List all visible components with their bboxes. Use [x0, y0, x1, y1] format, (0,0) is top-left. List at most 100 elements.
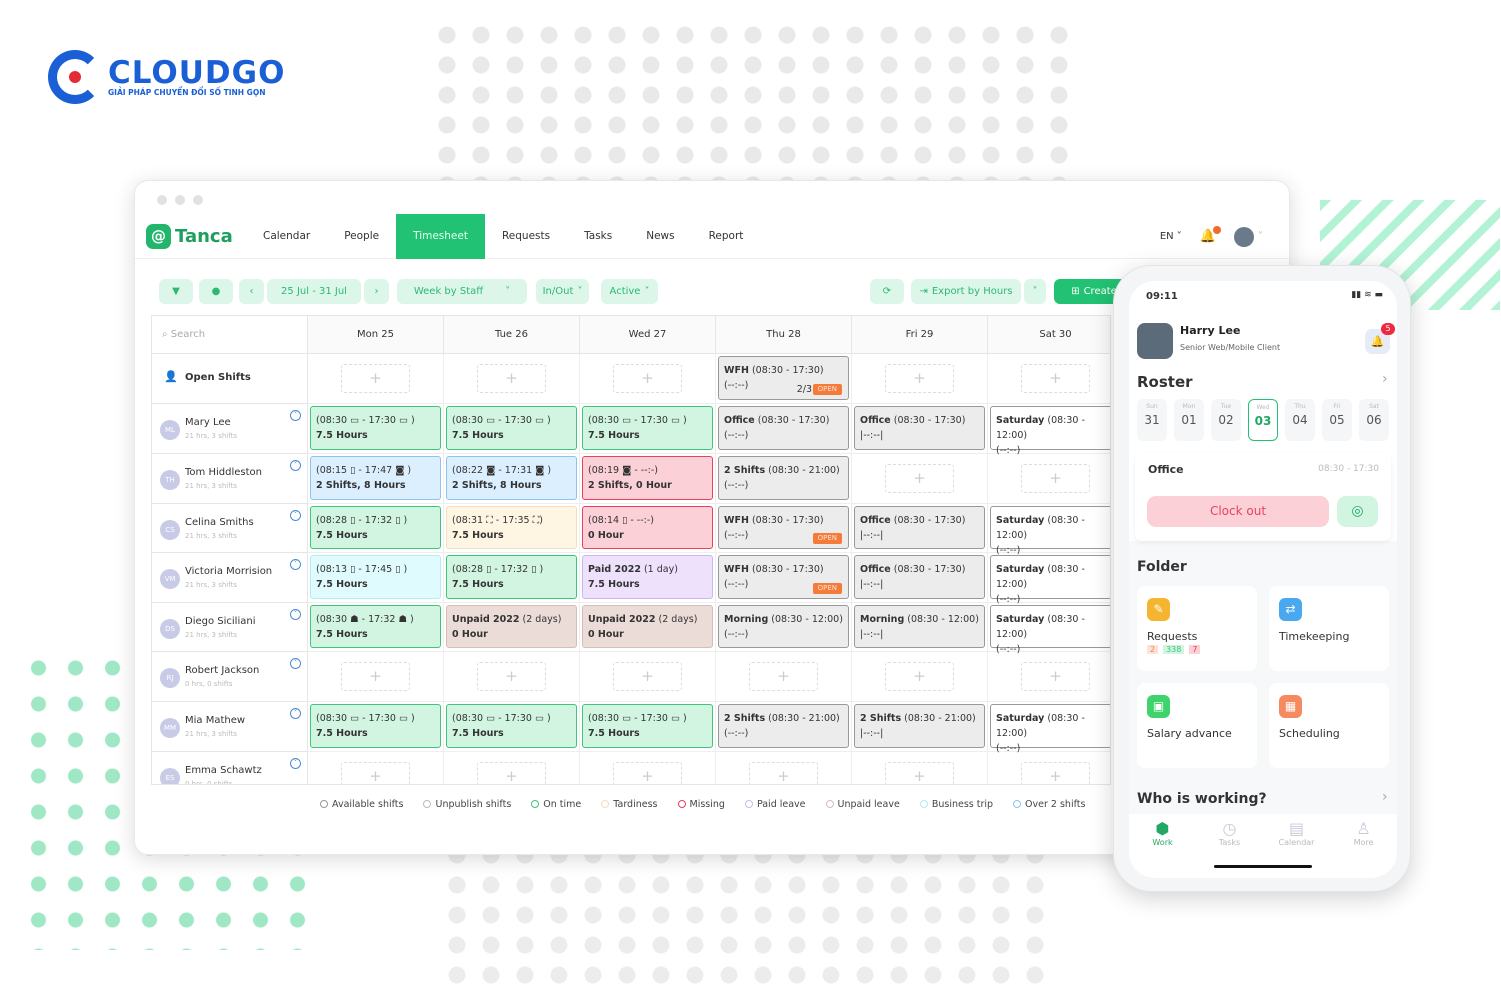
language-select[interactable]: EN ˅: [1160, 231, 1182, 242]
add-shift-button[interactable]: +: [613, 364, 682, 393]
shift-cell[interactable]: 2 Shifts (08:30 - 21:00) (--:--): [718, 704, 849, 748]
bell-icon[interactable]: 🔔: [1200, 226, 1221, 244]
tab-more[interactable]: ♙ More: [1330, 819, 1397, 878]
nav-requests[interactable]: Requests: [485, 214, 567, 259]
chevron-down-icon[interactable]: ˅: [290, 608, 301, 620]
roster-day[interactable]: Fri 05: [1322, 399, 1352, 441]
chevron-down-icon[interactable]: ˅: [290, 410, 301, 421]
add-shift-button[interactable]: +: [477, 761, 546, 784]
chevron-down-icon[interactable]: ˅: [290, 460, 301, 471]
shift-cell[interactable]: (08:28 ▯ - 17:32 ▯ ) 7.5 Hours: [310, 505, 441, 550]
staff-row-label[interactable]: RJ Robert Jackson 0 hrs, 0 shifts ˅: [152, 652, 308, 702]
shift-cell[interactable]: (08:30 ☗ - 17:32 ☗ ) 7.5 Hours: [310, 604, 441, 649]
add-shift-button[interactable]: +: [885, 364, 954, 393]
shift-cell[interactable]: (08:30 ▭ - 17:30 ▭ ) 7.5 Hours: [310, 406, 441, 450]
shift-cell[interactable]: Office (08:30 - 17:30) |--:--|: [854, 555, 985, 599]
shift-cell[interactable]: Morning (08:30 - 12:00) |--:--|: [854, 604, 985, 649]
shift-cell[interactable]: (08:19 ◙ - --:-) 2 Shifts, 0 Hour: [582, 456, 713, 500]
tab-tasks[interactable]: ◷ Tasks: [1196, 819, 1263, 878]
add-shift-button[interactable]: +: [341, 364, 410, 393]
shift-cell[interactable]: Saturday (08:30 - 12:00) (--:--): [990, 604, 1110, 655]
shift-cell[interactable]: (08:22 ◙ - 17:31 ◙ ) 2 Shifts, 8 Hours: [446, 456, 577, 500]
staff-row-label[interactable]: CS Celina Smiths 21 hrs, 3 shifts ˅: [152, 503, 308, 554]
add-shift-button[interactable]: +: [885, 464, 954, 493]
add-shift-button[interactable]: +: [1021, 464, 1090, 493]
chevron-down-icon[interactable]: ˅: [290, 757, 301, 769]
export-dropdown[interactable]: ˅: [1024, 279, 1046, 304]
shift-cell[interactable]: Unpaid 2022 (2 days) 0 Hour: [582, 604, 713, 649]
nav-report[interactable]: Report: [692, 214, 761, 259]
staff-row-label[interactable]: VM Victoria Morrision 21 hrs, 3 shifts ˅: [152, 553, 308, 603]
shift-cell[interactable]: (08:30 ▭ - 17:30 ▭ ) 7.5 Hours: [446, 406, 577, 450]
shift-cell[interactable]: (08:15 ▯ - 17:47 ◙ ) 2 Shifts, 8 Hours: [310, 456, 441, 500]
search-input[interactable]: ⌕ Search: [152, 316, 308, 354]
add-shift-button[interactable]: +: [885, 662, 954, 691]
roster-day[interactable]: Wed 03: [1248, 399, 1278, 441]
add-shift-button[interactable]: +: [1021, 364, 1090, 393]
status-select[interactable]: Active ˅: [601, 279, 658, 304]
shift-cell[interactable]: 2 Shifts (08:30 - 21:00) (--:--): [718, 456, 849, 500]
shift-cell[interactable]: Saturday (08:30 - 12:00) (--:--): [990, 555, 1110, 605]
folder-salary-advance[interactable]: ▣ Salary advance: [1137, 683, 1257, 768]
refresh-button[interactable]: ⟳: [870, 279, 904, 304]
nav-timesheet[interactable]: Timesheet: [396, 213, 485, 259]
roster-day[interactable]: Mon 01: [1174, 399, 1204, 441]
add-shift-button[interactable]: +: [477, 662, 546, 691]
shift-cell[interactable]: WFH (08:30 - 17:30) (--:--) 2/3 OPEN: [718, 356, 849, 400]
tab-work[interactable]: ⬢ Work: [1129, 819, 1196, 878]
shift-cell[interactable]: (08:30 ▭ - 17:30 ▭ ) 7.5 Hours: [582, 406, 713, 450]
add-shift-button[interactable]: +: [341, 761, 410, 784]
add-shift-button[interactable]: +: [613, 662, 682, 691]
next-week-button[interactable]: ›: [364, 279, 389, 304]
nav-people[interactable]: People: [327, 214, 396, 259]
shift-cell[interactable]: Saturday (08:30 - 12:00) (--:--): [990, 406, 1110, 456]
location-target-icon[interactable]: ◎: [1337, 496, 1378, 527]
add-shift-button[interactable]: +: [341, 662, 410, 691]
shift-cell[interactable]: Unpaid 2022 (2 days) 0 Hour: [446, 604, 577, 649]
who-chevron-icon[interactable]: ›: [1382, 789, 1388, 805]
add-shift-button[interactable]: +: [613, 761, 682, 784]
nav-tasks[interactable]: Tasks: [567, 214, 629, 259]
add-shift-button[interactable]: +: [1021, 662, 1090, 691]
add-shift-button[interactable]: +: [749, 662, 818, 691]
clock-out-button[interactable]: Clock out: [1147, 496, 1329, 527]
location-button[interactable]: ●: [199, 279, 233, 304]
nav-news[interactable]: News: [629, 214, 691, 259]
chevron-down-icon[interactable]: ˅: [290, 559, 301, 571]
folder-timekeeping[interactable]: ⇄ Timekeeping: [1269, 586, 1389, 671]
inout-select[interactable]: In/Out ˅: [536, 279, 589, 304]
shift-cell[interactable]: (08:30 ▭ - 17:30 ▭ ) 7.5 Hours: [310, 704, 441, 748]
shift-cell[interactable]: (08:28 ▯ - 17:32 ▯ ) 7.5 Hours: [446, 555, 577, 599]
shift-cell[interactable]: (08:30 ▭ - 17:30 ▭ ) 7.5 Hours: [582, 704, 713, 748]
add-shift-button[interactable]: +: [749, 761, 818, 784]
chevron-down-icon[interactable]: ˅: [290, 708, 301, 719]
add-shift-button[interactable]: +: [885, 761, 954, 784]
roster-day[interactable]: Sun 31: [1137, 399, 1167, 441]
shift-cell[interactable]: Office (08:30 - 17:30) |--:--|: [854, 406, 985, 450]
staff-row-label[interactable]: TH Tom Hiddleston 21 hrs, 3 shifts ˅: [152, 454, 308, 504]
tab-calendar[interactable]: ▤ Calendar: [1263, 819, 1330, 878]
roster-chevron-icon[interactable]: ›: [1382, 371, 1388, 387]
chevron-down-icon[interactable]: ˅: [290, 658, 301, 670]
add-shift-button[interactable]: +: [477, 364, 546, 393]
open-shifts-row-label[interactable]: 👤 Open Shifts: [152, 354, 308, 404]
user-menu[interactable]: ˅: [1234, 226, 1263, 247]
date-range[interactable]: 25 Jul - 31 Jul: [267, 279, 361, 304]
roster-day[interactable]: Thu 04: [1285, 399, 1315, 441]
shift-cell[interactable]: Office (08:30 - 17:30) |--:--|: [854, 505, 985, 550]
shift-cell[interactable]: Saturday (08:30 - 12:00) (--:--): [990, 505, 1110, 556]
prev-week-button[interactable]: ‹: [239, 279, 264, 304]
chevron-down-icon[interactable]: ˅: [290, 509, 301, 521]
view-select[interactable]: Week by Staff ˅: [397, 279, 527, 304]
nav-calendar[interactable]: Calendar: [246, 214, 327, 259]
filter-button[interactable]: ▼: [159, 279, 193, 304]
shift-cell[interactable]: (08:31 ⛶ - 17:35 ⛶) 7.5 Hours: [446, 505, 577, 550]
roster-day[interactable]: Sat 06: [1359, 399, 1389, 441]
staff-row-label[interactable]: DS Diego Siciliani 21 hrs, 3 shifts ˅: [152, 602, 308, 653]
shift-cell[interactable]: Office (08:30 - 17:30) (--:--): [718, 406, 849, 450]
shift-cell[interactable]: (08:13 ▯ - 17:45 ▯ ) 7.5 Hours: [310, 555, 441, 599]
shift-cell[interactable]: 2 Shifts (08:30 - 21:00) |--:--|: [854, 704, 985, 748]
shift-cell[interactable]: Morning (08:30 - 12:00) (--:--): [718, 604, 849, 649]
add-shift-button[interactable]: +: [1021, 761, 1090, 784]
shift-cell[interactable]: (08:14 ▯ - --:-) 0 Hour: [582, 505, 713, 550]
